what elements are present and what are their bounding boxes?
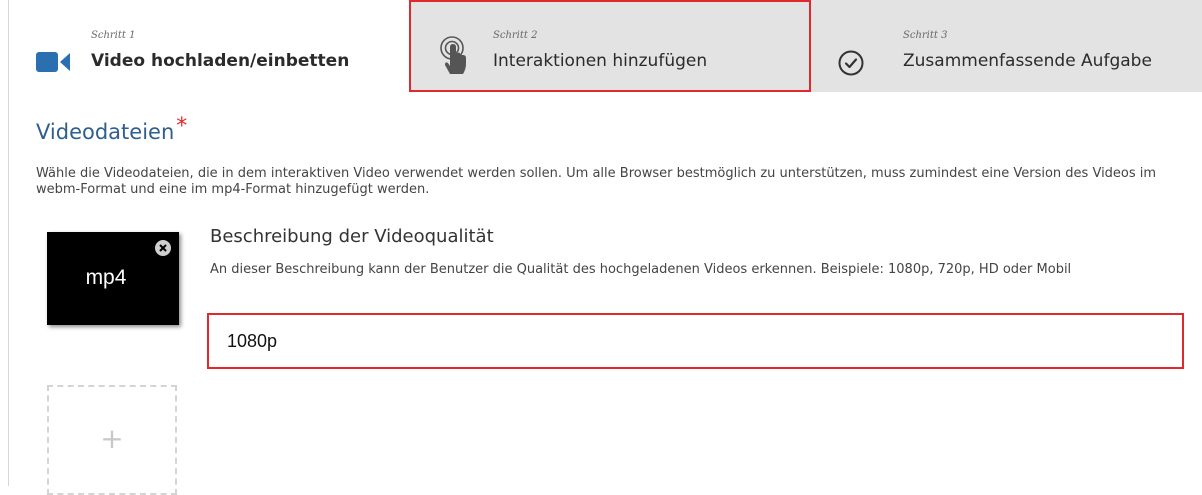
close-circle-icon xyxy=(159,244,167,252)
section-title-text: Videodateien xyxy=(36,120,175,144)
quality-input[interactable] xyxy=(207,313,1184,369)
step-tabs: Schritt 1 Video hochladen/einbetten Schr… xyxy=(9,0,1202,92)
video-file-tile[interactable]: mp4 xyxy=(47,232,179,325)
tab-step-3[interactable]: Schritt 3 Zusammenfassende Aufgabe xyxy=(811,0,1202,92)
tab-step-1[interactable]: Schritt 1 Video hochladen/einbetten xyxy=(9,0,409,92)
plus-icon: + xyxy=(100,422,124,455)
step-2-number: Schritt 2 xyxy=(493,30,538,41)
section-title: Videodateien* xyxy=(36,114,187,145)
remove-file-button[interactable] xyxy=(155,240,171,256)
file-format-label: mp4 xyxy=(85,266,127,289)
step-1-title: Video hochladen/einbetten xyxy=(91,51,350,71)
step-2-title: Interaktionen hinzufügen xyxy=(493,51,708,71)
required-mark: * xyxy=(176,114,188,139)
check-circle-icon xyxy=(838,50,864,76)
section-description: Wähle die Videodateien, die in dem inter… xyxy=(36,166,1157,197)
step-1-number: Schritt 1 xyxy=(91,30,136,41)
step-3-number: Schritt 3 xyxy=(903,30,948,41)
quality-field-description: An dieser Beschreibung kann der Benutzer… xyxy=(210,262,1072,277)
video-camera-icon xyxy=(36,50,72,74)
hand-pointer-icon xyxy=(439,36,471,78)
step-3-title: Zusammenfassende Aufgabe xyxy=(903,51,1152,71)
quality-field-label: Beschreibung der Videoqualität xyxy=(210,226,494,247)
tab-step-2[interactable]: Schritt 2 Interaktionen hinzufügen xyxy=(409,0,811,92)
add-video-file-button[interactable]: + xyxy=(47,385,177,495)
